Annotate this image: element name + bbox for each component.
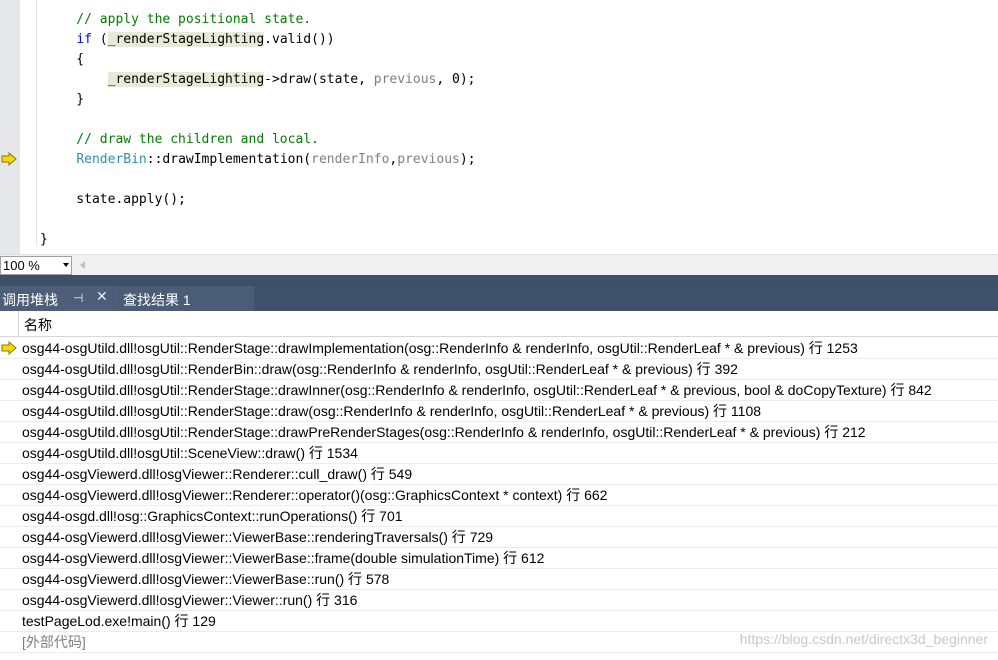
code-token: // apply the positional state.	[45, 12, 312, 27]
tab-call-stack-label: 调用堆栈	[2, 292, 58, 308]
call-stack-grid[interactable]: 名称 osg44-osgUtild.dll!osgUtil::RenderSta…	[0, 311, 998, 660]
editor-status-bar: 100 %	[0, 254, 998, 275]
code-line[interactable]: }	[40, 230, 48, 250]
code-token: ->draw(state,	[264, 72, 374, 87]
watermark: https://blog.csdn.net/directx3d_beginner	[739, 631, 988, 647]
code-token: (	[91, 32, 108, 47]
code-line[interactable]: _renderStageLighting->draw(state, previo…	[45, 70, 476, 90]
close-icon[interactable]: ✕	[96, 289, 108, 305]
code-token: previous	[373, 72, 437, 87]
code-token: state.apply();	[45, 192, 186, 207]
call-stack-row[interactable]: osg44-osgUtild.dll!osgUtil::RenderStage:…	[0, 380, 998, 401]
call-stack-frame-text: testPageLod.exe!main() 行 129	[22, 613, 216, 629]
code-line[interactable]: state.apply();	[45, 190, 186, 210]
code-line[interactable]: // apply the positional state.	[45, 10, 311, 30]
call-stack-frame-text: osg44-osgd.dll!osg::GraphicsContext::run…	[22, 508, 403, 524]
call-stack-row[interactable]: osg44-osgViewerd.dll!osgViewer::ViewerBa…	[0, 548, 998, 569]
call-stack-row[interactable]: osg44-osgUtild.dll!osgUtil::SceneView::d…	[0, 443, 998, 464]
indicator-column-header	[0, 311, 19, 337]
call-stack-frame-text: osg44-osgViewerd.dll!osgViewer::ViewerBa…	[22, 571, 390, 587]
call-stack-frame-text: osg44-osgViewerd.dll!osgViewer::ViewerBa…	[22, 550, 545, 566]
code-token: .valid())	[264, 32, 335, 47]
code-line[interactable]: {	[45, 50, 84, 70]
code-token: renderInfo	[311, 152, 390, 167]
call-stack-frame-text: osg44-osgUtild.dll!osgUtil::RenderStage:…	[22, 403, 762, 419]
zoom-value: 100 %	[3, 258, 40, 273]
call-stack-frame-text: osg44-osgUtild.dll!osgUtil::RenderStage:…	[22, 424, 866, 440]
zoom-select[interactable]: 100 %	[0, 256, 72, 275]
call-stack-row[interactable]: osg44-osgUtild.dll!osgUtil::RenderBin::d…	[0, 359, 998, 380]
call-stack-row[interactable]: testPageLod.exe!main() 行 129	[0, 611, 998, 632]
grid-header: 名称	[0, 311, 998, 337]
current-statement-arrow-icon	[1, 152, 17, 166]
call-stack-row[interactable]: osg44-osgd.dll!osg::GraphicsContext::run…	[0, 506, 998, 527]
code-token: }	[45, 92, 85, 107]
call-stack-frame-text: osg44-osgViewerd.dll!osgViewer::ViewerBa…	[22, 529, 494, 545]
code-token: if	[76, 32, 92, 47]
pin-icon[interactable]: ⊣	[73, 291, 83, 305]
column-header-name[interactable]: 名称	[24, 315, 52, 335]
scroll-left-icon[interactable]	[80, 261, 85, 269]
call-stack-frame-text: osg44-osgViewerd.dll!osgViewer::Renderer…	[22, 487, 608, 503]
code-token: _renderStageLighting	[107, 72, 265, 87]
tab-find-results-label: 查找结果 1	[123, 292, 191, 308]
call-stack-frame-text: [外部代码]	[22, 634, 86, 650]
call-stack-frame-text: osg44-osgUtild.dll!osgUtil::SceneView::d…	[22, 445, 358, 461]
tool-window-tab-strip: 调用堆栈 ⊣ ✕ 查找结果 1	[0, 275, 998, 311]
code-token: }	[40, 232, 48, 247]
chevron-down-icon[interactable]	[63, 263, 69, 267]
call-stack-frame-text: osg44-osgViewerd.dll!osgViewer::Viewer::…	[22, 592, 358, 608]
code-token: _renderStageLighting	[107, 32, 265, 47]
indicator-margin[interactable]	[0, 0, 20, 254]
call-stack-row[interactable]: osg44-osgViewerd.dll!osgViewer::ViewerBa…	[0, 527, 998, 548]
call-stack-row[interactable]: osg44-osgUtild.dll!osgUtil::RenderStage:…	[0, 401, 998, 422]
call-stack-frame-text: osg44-osgUtild.dll!osgUtil::RenderStage:…	[22, 340, 858, 356]
current-frame-arrow-icon	[1, 341, 17, 355]
code-line[interactable]: if (_renderStageLighting.valid())	[45, 30, 335, 50]
code-token: );	[459, 152, 476, 167]
code-line[interactable]: RenderBin::drawImplementation(renderInfo…	[45, 150, 476, 170]
call-stack-row[interactable]: osg44-osgViewerd.dll!osgViewer::Renderer…	[0, 485, 998, 506]
outline-guide	[36, 0, 37, 246]
call-stack-row[interactable]: osg44-osgViewerd.dll!osgViewer::Viewer::…	[0, 590, 998, 611]
code-line[interactable]: // draw the children and local.	[45, 130, 319, 150]
call-stack-frame-text: osg44-osgUtild.dll!osgUtil::RenderStage:…	[22, 382, 932, 398]
call-stack-row[interactable]: osg44-osgUtild.dll!osgUtil::RenderStage:…	[0, 422, 998, 443]
code-token: previous	[397, 152, 460, 167]
code-editor[interactable]: // apply the positional state. if (_rend…	[0, 0, 998, 254]
code-token: // draw the children and local.	[45, 132, 319, 147]
code-token: ::drawImplementation(	[146, 152, 312, 167]
code-token: {	[45, 52, 85, 67]
call-stack-row[interactable]: osg44-osgViewerd.dll!osgViewer::ViewerBa…	[0, 569, 998, 590]
code-line[interactable]: }	[45, 90, 84, 110]
call-stack-row[interactable]: osg44-osgUtild.dll!osgUtil::RenderStage:…	[0, 338, 998, 359]
call-stack-frame-text: osg44-osgViewerd.dll!osgViewer::Renderer…	[22, 466, 413, 482]
code-token: , 0);	[436, 72, 476, 87]
code-token: RenderBin	[76, 152, 147, 167]
call-stack-row[interactable]: osg44-osgViewerd.dll!osgViewer::Renderer…	[0, 464, 998, 485]
call-stack-frame-text: osg44-osgUtild.dll!osgUtil::RenderBin::d…	[22, 361, 738, 377]
